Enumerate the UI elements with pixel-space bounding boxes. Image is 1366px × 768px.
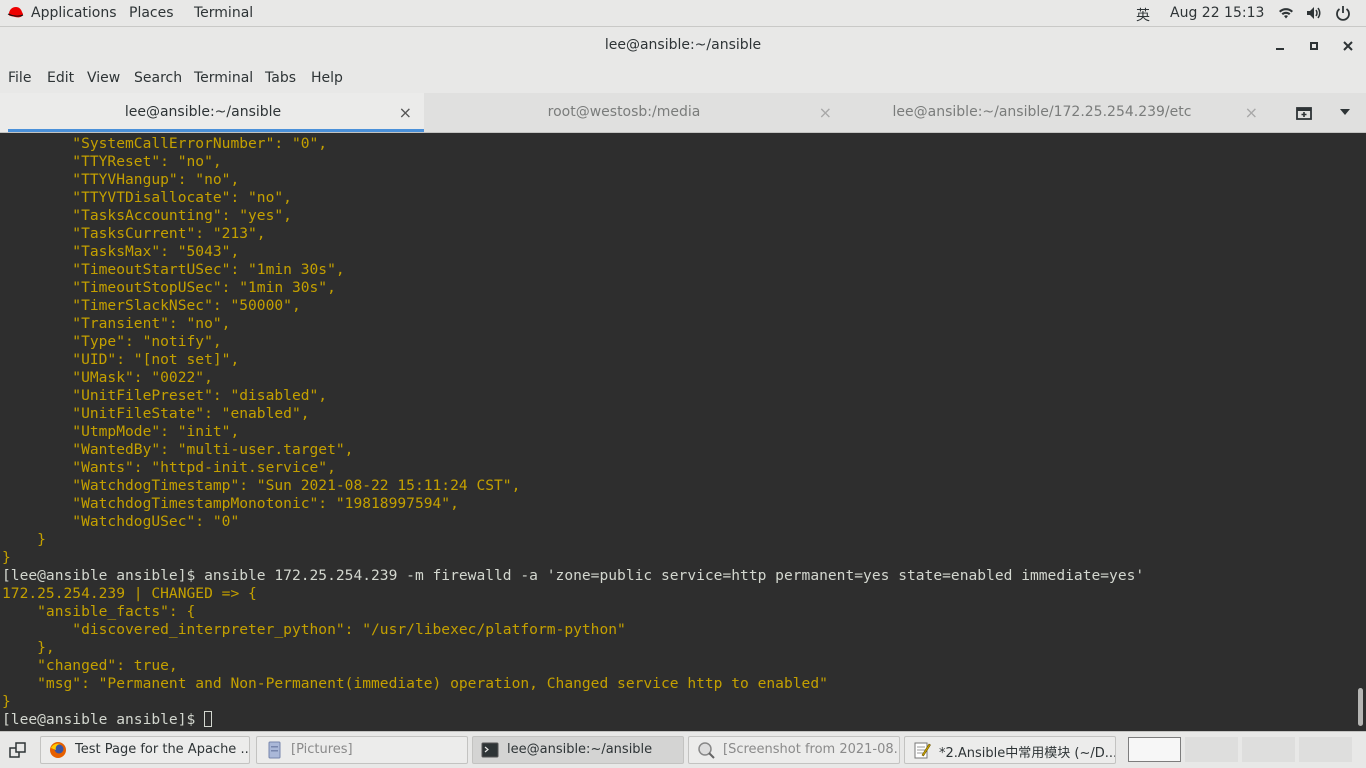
terminal-line: 172.25.254.239 | CHANGED => { [2, 585, 257, 602]
terminal-line: "Type": "notify", [2, 333, 222, 350]
tab-label: root@westosb:/media [547, 104, 701, 120]
terminal-line: "Wants": "httpd-init.service", [2, 459, 336, 476]
window-titlebar[interactable]: lee@ansible:~/ansible [0, 27, 1366, 65]
tab-lee-ansible[interactable]: lee@ansible:~/ansible × [0, 93, 424, 132]
redhat-icon [7, 7, 24, 18]
terminal-line: "TimerSlackNSec": "50000", [2, 297, 301, 314]
menu-file[interactable]: File [8, 70, 31, 86]
tab-root-westosb[interactable]: root@westosb:/media × [424, 93, 844, 132]
taskbar-item-label: [Pictures] [291, 742, 353, 757]
terminal-line: "discovered_interpreter_python": "/usr/l… [2, 621, 626, 638]
new-tab-icon[interactable] [1295, 104, 1315, 122]
tab-label: lee@ansible:~/ansible/172.25.254.239/etc [892, 104, 1192, 120]
terminal-line: } [2, 531, 46, 548]
terminal-line: "UnitFilePreset": "disabled", [2, 387, 328, 404]
terminal-app-menu[interactable]: Terminal [194, 5, 253, 21]
places-menu[interactable]: Places [129, 5, 174, 21]
terminal-line: "TTYReset": "no", [2, 153, 222, 170]
text-editor-icon [914, 742, 931, 759]
minimize-icon[interactable] [1271, 37, 1289, 55]
terminal-line: "TasksAccounting": "yes", [2, 207, 292, 224]
folder-icon [268, 741, 281, 759]
tabs-dropdown-icon[interactable] [1339, 108, 1351, 116]
power-icon[interactable] [1335, 5, 1351, 21]
wifi-icon[interactable] [1278, 5, 1294, 21]
menubar: File Edit View Search Terminal Tabs Help [0, 65, 1366, 93]
taskbar-item-label: Test Page for the Apache ... [75, 742, 250, 757]
taskbar-item-label: [Screenshot from 2021-08... [723, 742, 900, 757]
clock[interactable]: Aug 22 15:13 [1170, 5, 1264, 21]
terminal-line: "SystemCallErrorNumber": "0", [2, 135, 328, 152]
menu-tabs[interactable]: Tabs [265, 70, 296, 86]
taskbar-item-firefox[interactable]: Test Page for the Apache ... [40, 736, 250, 764]
terminal-line: "WatchdogTimestampMonotonic": "198189975… [2, 495, 459, 512]
terminal-line: } [2, 693, 11, 710]
terminal-line: "ansible_facts": { [2, 603, 196, 620]
tab-bar: lee@ansible:~/ansible × root@westosb:/me… [0, 93, 1366, 133]
terminal-line: "WatchdogTimestamp": "Sun 2021-08-22 15:… [2, 477, 521, 494]
taskbar-item-text-editor[interactable]: *2.Ansible中常用模块 (~/D... [904, 736, 1116, 764]
terminal-line: } [2, 549, 11, 566]
terminal-line: "TasksMax": "5043", [2, 243, 240, 260]
terminal-line: "TTYVHangup": "no", [2, 171, 240, 188]
menu-search[interactable]: Search [134, 70, 182, 86]
terminal-line: "WatchdogUSec": "0" [2, 513, 240, 530]
terminal-prompt-line[interactable]: [lee@ansible ansible]$ [2, 711, 1144, 729]
window-title: lee@ansible:~/ansible [604, 37, 762, 53]
tab-lee-ansible-etc[interactable]: lee@ansible:~/ansible/172.25.254.239/etc… [844, 93, 1270, 132]
terminal-line: "TasksCurrent": "213", [2, 225, 266, 242]
terminal-scrollbar[interactable] [1354, 133, 1366, 731]
workspace-2[interactable] [1185, 737, 1238, 762]
terminal-line: "UMask": "0022", [2, 369, 213, 386]
taskbar-item-screenshot[interactable]: [Screenshot from 2021-08... [688, 736, 900, 764]
workspace-3[interactable] [1242, 737, 1295, 762]
terminal-icon [481, 742, 499, 758]
terminal-line: "UnitFileState": "enabled", [2, 405, 310, 422]
terminal-line: "TimeoutStopUSec": "1min 30s", [2, 279, 336, 296]
taskbar: Test Page for the Apache ... [Pictures] … [0, 731, 1366, 768]
terminal-line: [lee@ansible ansible]$ ansible 172.25.25… [2, 567, 1145, 584]
terminal-line: "WantedBy": "multi-user.target", [2, 441, 354, 458]
scrollbar-thumb[interactable] [1358, 688, 1363, 726]
menu-terminal[interactable]: Terminal [194, 70, 253, 86]
tab-close-icon[interactable]: × [1245, 103, 1258, 122]
terminal-line: "msg": "Permanent and Non-Permanent(imme… [2, 675, 828, 692]
screenshot-icon [698, 742, 715, 759]
terminal-line: "UtmpMode": "init", [2, 423, 240, 440]
menu-help[interactable]: Help [311, 70, 343, 86]
workspace-4[interactable] [1299, 737, 1352, 762]
firefox-icon [50, 742, 66, 758]
tab-close-icon[interactable]: × [399, 103, 412, 122]
terminal-output: "SystemCallErrorNumber": "0", "TTYReset"… [2, 135, 1144, 729]
tab-close-icon[interactable]: × [819, 103, 832, 122]
workspace-1[interactable] [1128, 737, 1181, 762]
taskbar-item-label: lee@ansible:~/ansible [507, 742, 653, 757]
applications-menu[interactable]: Applications [31, 5, 117, 21]
show-desktop-icon[interactable] [9, 741, 29, 759]
menu-view[interactable]: View [87, 70, 120, 86]
menu-edit[interactable]: Edit [47, 70, 74, 86]
shell-prompt: [lee@ansible ansible]$ [2, 711, 205, 728]
terminal-line: "Transient": "no", [2, 315, 231, 332]
taskbar-item-label: *2.Ansible中常用模块 (~/D... [939, 746, 1116, 761]
close-icon[interactable] [1339, 37, 1357, 55]
maximize-icon[interactable] [1305, 37, 1323, 55]
top-panel: Applications Places Terminal 英 Aug 22 15… [0, 0, 1366, 27]
tab-label: lee@ansible:~/ansible [124, 104, 282, 120]
active-tab-indicator [8, 129, 424, 132]
volume-icon[interactable] [1306, 5, 1322, 21]
terminal-line: "UID": "[not set]", [2, 351, 240, 368]
terminal-cursor [204, 711, 213, 727]
terminal-line: "TimeoutStartUSec": "1min 30s", [2, 261, 345, 278]
terminal-line: "TTYVTDisallocate": "no", [2, 189, 292, 206]
terminal-line: }, [2, 639, 55, 656]
taskbar-item-pictures[interactable]: [Pictures] [256, 736, 468, 764]
terminal-line: "changed": true, [2, 657, 178, 674]
input-method-indicator[interactable]: 英 [1136, 5, 1150, 25]
terminal-view[interactable]: "SystemCallErrorNumber": "0", "TTYReset"… [0, 133, 1354, 731]
taskbar-item-terminal[interactable]: lee@ansible:~/ansible [472, 736, 684, 764]
